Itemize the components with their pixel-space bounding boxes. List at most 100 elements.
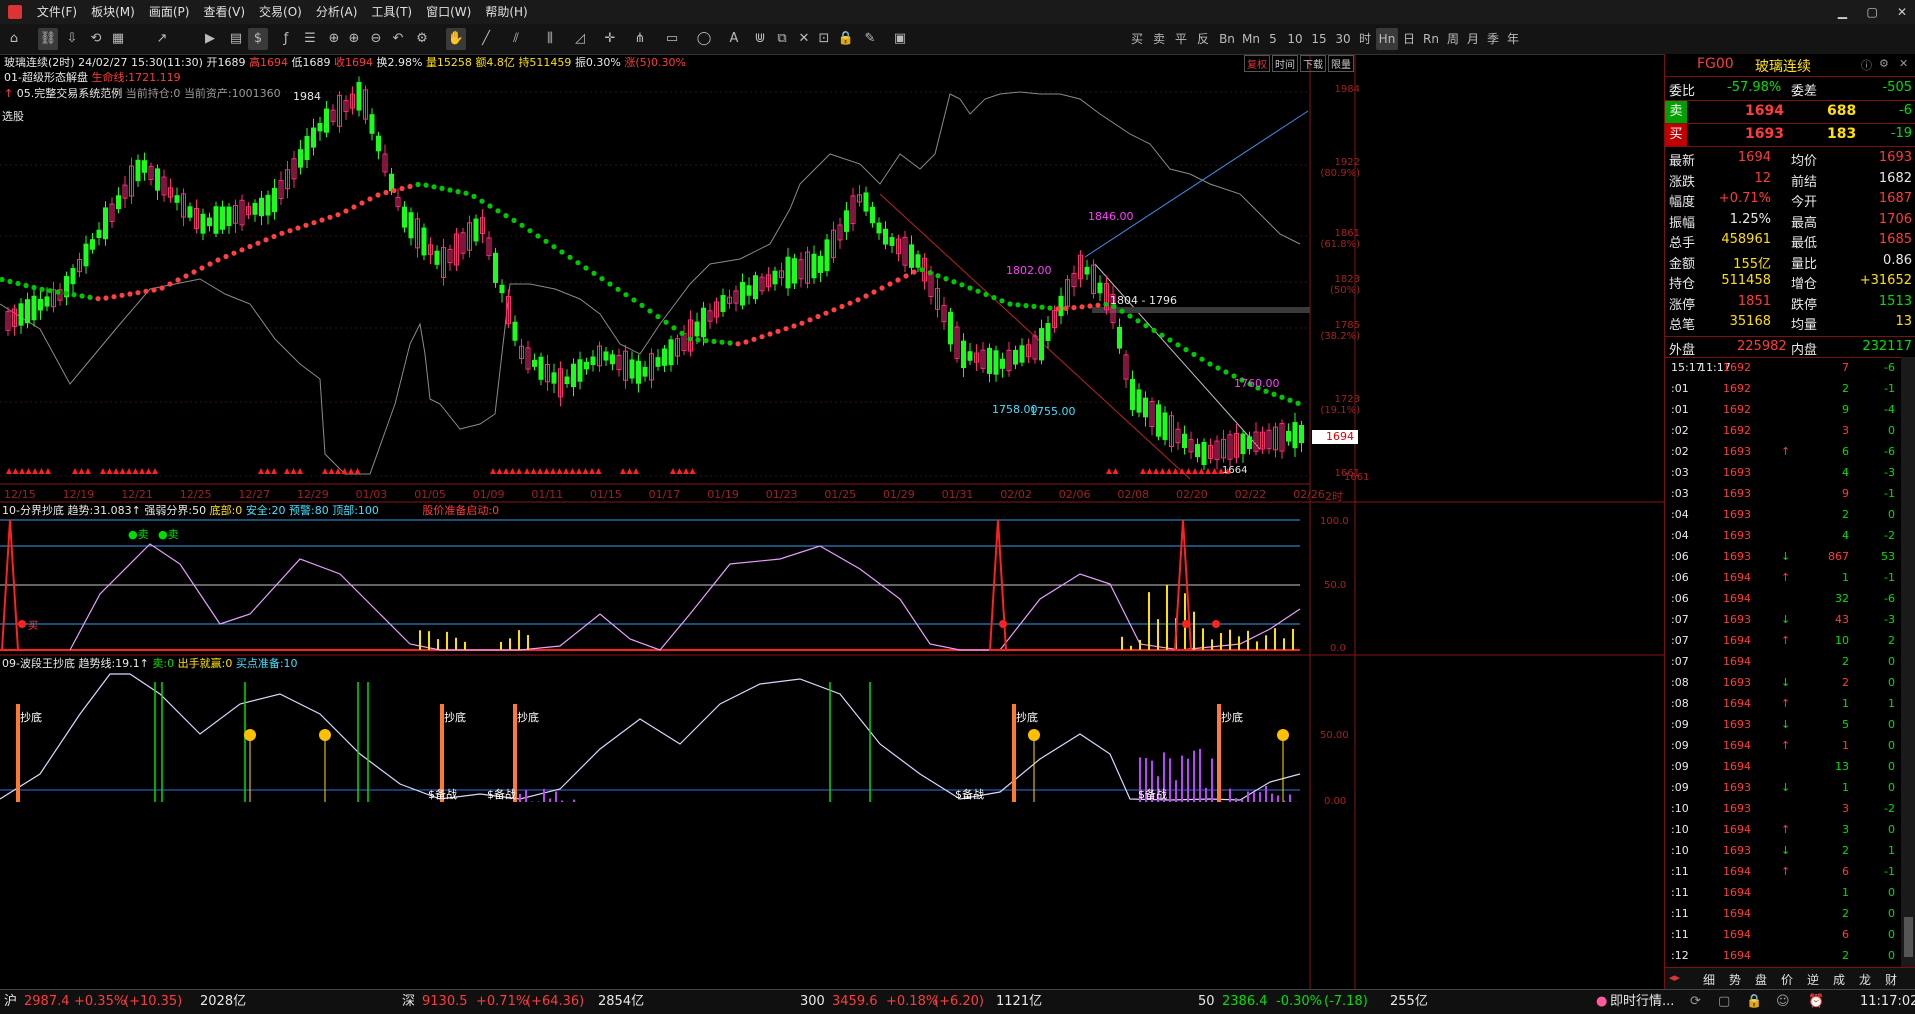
- maximize-icon[interactable]: ▢: [1859, 0, 1885, 24]
- chart-top-btn-3[interactable]: 限量: [1328, 55, 1354, 72]
- panel-tab-7[interactable]: 财: [1885, 971, 1897, 988]
- c50-label[interactable]: 50: [1198, 990, 1215, 1014]
- trend-line-blue[interactable]: [1084, 110, 1309, 258]
- download-icon[interactable]: ⇩: [62, 28, 82, 50]
- line-draw-icon[interactable]: ╱: [476, 28, 496, 50]
- ind2-title[interactable]: 09-波段王抄底: [2, 657, 75, 670]
- pitchfork-icon[interactable]: ⋔: [630, 28, 650, 50]
- grid-icon[interactable]: ▦: [108, 28, 128, 50]
- chart-top-btn-0[interactable]: 复权: [1244, 55, 1270, 72]
- undo-icon[interactable]: ↶: [388, 28, 408, 50]
- cross-icon[interactable]: ✛: [600, 28, 620, 50]
- settings-icon[interactable]: ⚙: [1879, 57, 1889, 70]
- window-icon[interactable]: ▢: [1718, 990, 1730, 1014]
- menu-item-8[interactable]: 帮助(H): [478, 0, 534, 24]
- text-icon[interactable]: A: [724, 28, 744, 50]
- zoom-in-icon[interactable]: ⊕: [344, 28, 364, 50]
- time-unit-label[interactable]: 2时: [1325, 488, 1343, 504]
- circle-icon[interactable]: ◯: [694, 28, 714, 50]
- tab-nav-icon[interactable]: ◂▸: [1669, 971, 1680, 984]
- refresh-icon[interactable]: ⟳: [1690, 990, 1701, 1014]
- rect-icon[interactable]: ▭: [662, 28, 682, 50]
- menu-item-3[interactable]: 查看(V): [196, 0, 252, 24]
- period-btn-0[interactable]: 买: [1128, 28, 1146, 50]
- period-btn-8[interactable]: 15: [1308, 28, 1330, 50]
- close-icon[interactable]: ✕: [1899, 57, 1908, 70]
- table-icon[interactable]: ☰: [300, 28, 320, 50]
- menu-item-5[interactable]: 分析(A): [309, 0, 365, 24]
- trend-line-grey[interactable]: [1094, 263, 1261, 450]
- settings-icon[interactable]: ⚙: [412, 28, 432, 50]
- parallel-icon[interactable]: ⫽: [506, 28, 526, 50]
- period-btn-7[interactable]: 10: [1284, 28, 1306, 50]
- info-icon[interactable]: ⓘ: [1861, 57, 1872, 73]
- period-btn-16[interactable]: 季: [1484, 28, 1502, 50]
- menu-item-6[interactable]: 工具(T): [364, 0, 419, 24]
- hide-icon[interactable]: ⊡: [814, 28, 834, 50]
- period-btn-12[interactable]: 日: [1400, 28, 1418, 50]
- period-btn-6[interactable]: 5: [1264, 28, 1282, 50]
- trend-icon[interactable]: ↗: [152, 28, 172, 50]
- period-btn-1[interactable]: 卖: [1150, 28, 1168, 50]
- period-btn-5[interactable]: Mn: [1240, 28, 1262, 50]
- add-icon[interactable]: ⊕: [324, 28, 344, 50]
- zoom-out-icon[interactable]: ⊖: [366, 28, 386, 50]
- menu-item-0[interactable]: 文件(F): [30, 0, 84, 24]
- menu-item-1[interactable]: 板块(M): [84, 0, 142, 24]
- fib-icon[interactable]: ⫼: [540, 28, 560, 50]
- sh-label[interactable]: 沪: [4, 990, 17, 1014]
- select-stock-label[interactable]: 选股: [2, 109, 24, 124]
- lock-icon[interactable]: 🔒: [836, 28, 856, 50]
- period-btn-13[interactable]: Rn: [1420, 28, 1442, 50]
- panel-tab-3[interactable]: 价: [1781, 971, 1793, 988]
- pen-icon[interactable]: ✎: [860, 28, 880, 50]
- news-ticker[interactable]: 即时行情...: [1610, 990, 1674, 1014]
- play-icon[interactable]: ▶: [200, 28, 220, 50]
- magnet-icon[interactable]: ⋓: [750, 28, 770, 50]
- panel-tab-2[interactable]: 盘: [1755, 971, 1767, 988]
- chart-area[interactable]: [0, 54, 1664, 989]
- user-icon[interactable]: ☺: [1776, 990, 1790, 1014]
- ask-price[interactable]: 1694: [1745, 103, 1784, 119]
- period-btn-4[interactable]: Bn: [1216, 28, 1238, 50]
- tick-scrollbar[interactable]: [1901, 357, 1915, 967]
- scrollbar-thumb[interactable]: [1904, 917, 1913, 957]
- save-icon[interactable]: ▣: [890, 28, 910, 50]
- chart-top-btn-2[interactable]: 下载: [1300, 55, 1326, 72]
- link-icon[interactable]: ⛓: [38, 28, 58, 50]
- panel-tab-0[interactable]: 细: [1703, 971, 1715, 988]
- period-btn-11[interactable]: Hn: [1376, 28, 1398, 50]
- document-icon[interactable]: ▤: [226, 28, 246, 50]
- hand-icon[interactable]: ✋: [446, 28, 466, 50]
- close-icon[interactable]: ✕: [1889, 0, 1915, 24]
- fx-icon[interactable]: ƒ: [276, 28, 296, 50]
- home-icon[interactable]: ⌂: [4, 28, 24, 50]
- alarm-icon[interactable]: ⏰: [1808, 990, 1824, 1014]
- menu-item-7[interactable]: 窗口(W): [419, 0, 478, 24]
- gann-icon[interactable]: ◿: [570, 28, 590, 50]
- tick-list[interactable]: 15:17 11:17 1692 7 -6:01 1692 2 -1:01 1692 9 -4:02…: [1665, 357, 1901, 968]
- panel-tab-4[interactable]: 逆: [1807, 971, 1819, 988]
- period-btn-9[interactable]: 30: [1332, 28, 1354, 50]
- period-btn-15[interactable]: 月: [1464, 28, 1482, 50]
- c300-label[interactable]: 300: [800, 990, 825, 1014]
- period-btn-17[interactable]: 年: [1504, 28, 1522, 50]
- lock-icon[interactable]: 🔒: [1746, 990, 1762, 1014]
- period-btn-14[interactable]: 周: [1444, 28, 1462, 50]
- menu-item-4[interactable]: 交易(O): [252, 0, 309, 24]
- minimize-icon[interactable]: ▁: [1829, 0, 1855, 24]
- sz-label[interactable]: 深: [402, 990, 415, 1014]
- menu-item-2[interactable]: 画面(P): [142, 0, 197, 24]
- panel-tab-6[interactable]: 龙: [1859, 971, 1871, 988]
- delete-icon[interactable]: ✕: [794, 28, 814, 50]
- copy-icon[interactable]: ⧉: [772, 28, 792, 50]
- panel-tab-1[interactable]: 势: [1729, 971, 1741, 988]
- ind1-title[interactable]: 10-分界抄底: [2, 504, 64, 517]
- period-btn-3[interactable]: 反: [1194, 28, 1212, 50]
- panel-tab-5[interactable]: 成: [1833, 971, 1845, 988]
- bid-price[interactable]: 1693: [1745, 126, 1784, 142]
- chart-top-btn-1[interactable]: 时间: [1272, 55, 1298, 72]
- dollar-icon[interactable]: $: [248, 28, 268, 50]
- sync-icon[interactable]: ⟲: [86, 28, 106, 50]
- period-btn-10[interactable]: 时: [1356, 28, 1374, 50]
